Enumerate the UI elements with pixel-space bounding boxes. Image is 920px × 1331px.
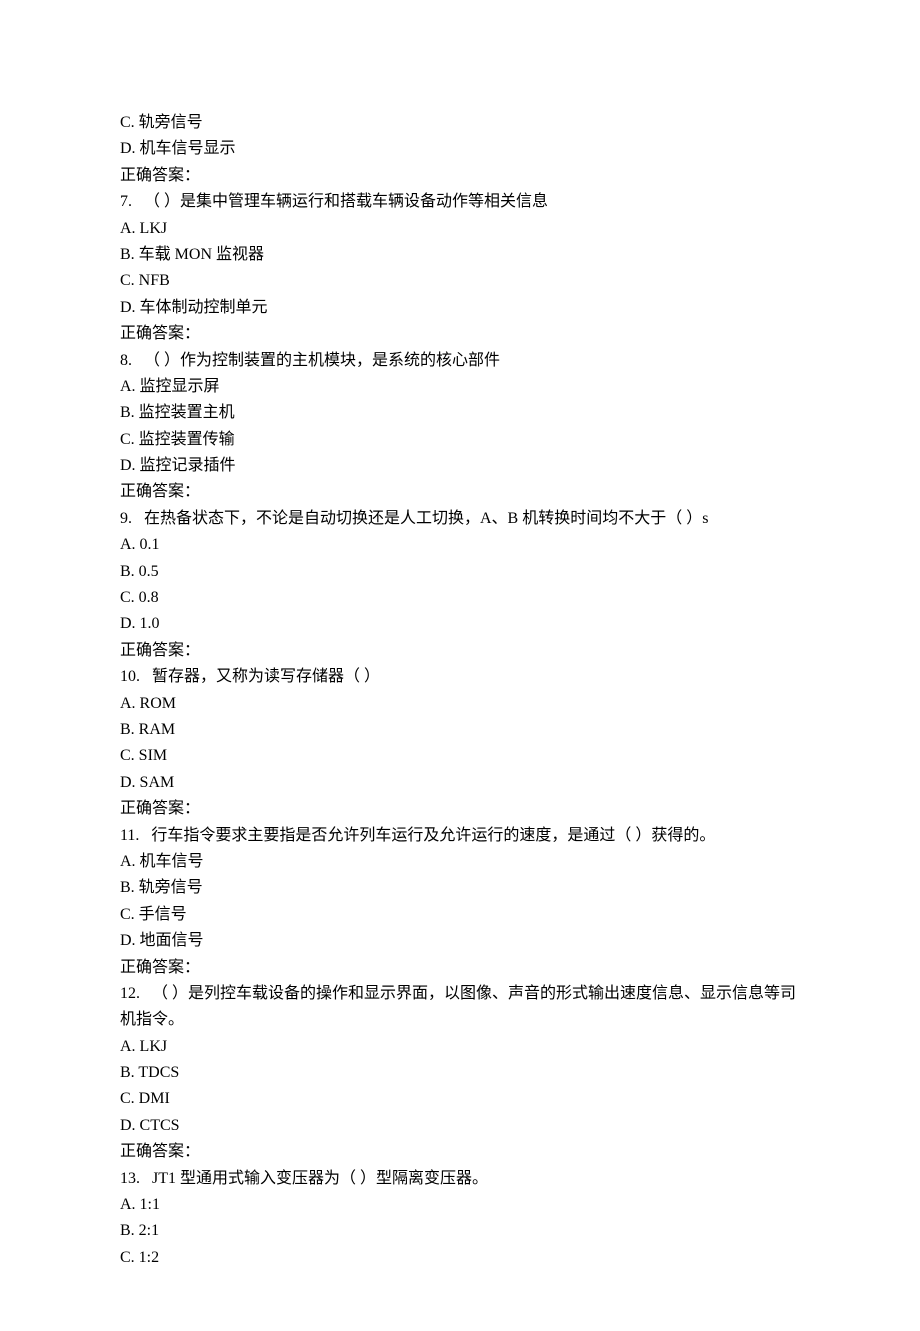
option-text: C. 手信号 — [120, 902, 800, 928]
answer-label: 正确答案： — [120, 479, 800, 505]
option-text: C. SIM — [120, 743, 800, 769]
option-text: C. 0.8 — [120, 585, 800, 611]
option-text: B. RAM — [120, 717, 800, 743]
question-number: 13. — [120, 1170, 140, 1187]
answer-label: 正确答案： — [120, 1139, 800, 1165]
question-7: 7. （ ）是集中管理车辆运行和搭载车辆设备动作等相关信息 — [120, 189, 800, 215]
option-text: B. 轨旁信号 — [120, 875, 800, 901]
option-text: A. 监控显示屏 — [120, 374, 800, 400]
option-text: C. 轨旁信号 — [120, 110, 800, 136]
option-text: B. TDCS — [120, 1060, 800, 1086]
answer-label: 正确答案： — [120, 638, 800, 664]
question-text: 行车指令要求主要指是否允许列车运行及允许运行的速度，是通过（ ）获得的。 — [151, 827, 715, 844]
question-text: JT1 型通用式输入变压器为（ ）型隔离变压器。 — [152, 1170, 488, 1187]
question-text: （ ）作为控制装置的主机模块，是系统的核心部件 — [144, 352, 500, 369]
answer-label: 正确答案： — [120, 796, 800, 822]
document-page: C. 轨旁信号 D. 机车信号显示 正确答案： 7. （ ）是集中管理车辆运行和… — [0, 0, 920, 1331]
option-text: A. LKJ — [120, 216, 800, 242]
answer-label: 正确答案： — [120, 163, 800, 189]
question-8: 8. （ ）作为控制装置的主机模块，是系统的核心部件 — [120, 348, 800, 374]
question-number: 10. — [120, 668, 140, 685]
option-text: B. 车载 MON 监视器 — [120, 242, 800, 268]
option-text: B. 监控装置主机 — [120, 400, 800, 426]
option-text: C. DMI — [120, 1086, 800, 1112]
question-text: 在热备状态下，不论是自动切换还是人工切换，A、B 机转换时间均不大于（ ）s — [144, 510, 708, 527]
option-text: A. 1:1 — [120, 1192, 800, 1218]
option-text: D. 1.0 — [120, 611, 800, 637]
question-10: 10. 暂存器，又称为读写存储器（ ） — [120, 664, 800, 690]
question-text: （ ）是集中管理车辆运行和搭载车辆设备动作等相关信息 — [144, 193, 548, 210]
option-text: A. LKJ — [120, 1034, 800, 1060]
option-text: A. 机车信号 — [120, 849, 800, 875]
question-11: 11. 行车指令要求主要指是否允许列车运行及允许运行的速度，是通过（ ）获得的。 — [120, 823, 800, 849]
option-text: A. ROM — [120, 691, 800, 717]
option-text: A. 0.1 — [120, 532, 800, 558]
option-text: D. 机车信号显示 — [120, 136, 800, 162]
question-9: 9. 在热备状态下，不论是自动切换还是人工切换，A、B 机转换时间均不大于（ ）… — [120, 506, 800, 532]
option-text: C. 监控装置传输 — [120, 427, 800, 453]
option-text: B. 0.5 — [120, 559, 800, 585]
option-text: C. 1:2 — [120, 1245, 800, 1271]
question-number: 11. — [120, 827, 139, 844]
option-text: D. SAM — [120, 770, 800, 796]
option-text: D. 监控记录插件 — [120, 453, 800, 479]
question-text: 暂存器，又称为读写存储器（ ） — [152, 668, 380, 685]
answer-label: 正确答案： — [120, 955, 800, 981]
option-text: C. NFB — [120, 268, 800, 294]
option-text: D. 地面信号 — [120, 928, 800, 954]
option-text: D. CTCS — [120, 1113, 800, 1139]
answer-label: 正确答案： — [120, 321, 800, 347]
question-12: 12. （ ）是列控车载设备的操作和显示界面，以图像、声音的形式输出速度信息、显… — [120, 981, 800, 1034]
question-number: 9. — [120, 510, 132, 527]
question-text: （ ）是列控车载设备的操作和显示界面，以图像、声音的形式输出速度信息、显示信息等… — [120, 985, 796, 1028]
question-number: 12. — [120, 985, 140, 1002]
option-text: B. 2:1 — [120, 1218, 800, 1244]
question-number: 7. — [120, 193, 132, 210]
option-text: D. 车体制动控制单元 — [120, 295, 800, 321]
question-13: 13. JT1 型通用式输入变压器为（ ）型隔离变压器。 — [120, 1166, 800, 1192]
question-number: 8. — [120, 352, 132, 369]
